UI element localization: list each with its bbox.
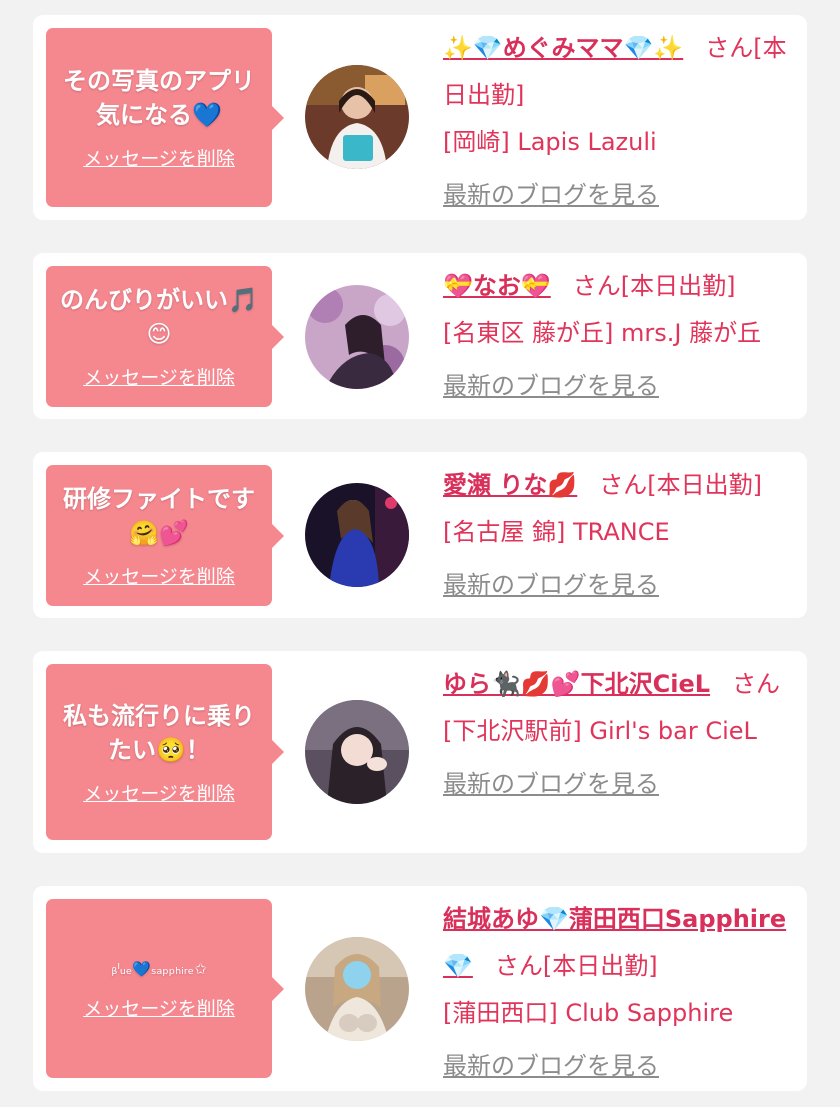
message-card: 研修ファイトです 🤗💕 メッセージを削除 愛瀬 りな💋 さん[本日出勤] [名古屋…: [33, 452, 807, 618]
message-card: のんびりがいい🎵 😊 メッセージを削除 💝なお💝 さん[本日出勤] [名東区 藤が…: [33, 253, 807, 419]
latest-blog-link[interactable]: 最新のブログを見る: [443, 172, 798, 219]
delete-message-link[interactable]: メッセージを削除: [83, 363, 235, 390]
comment-text: 私も流行りに乗り たい🥺！: [63, 701, 255, 764]
shop-text: [岡崎] Lapis Lazuli: [443, 128, 657, 156]
message-card: その写真のアプリ 気になる💙 メッセージを削除 ✨💎めぐみママ💎✨ さん[本日出勤…: [33, 15, 807, 220]
girl-info: 結城あゆ💎蒲田西口Sapphire💎 さん[本日出勤] [蒲田西口] Club S…: [443, 896, 798, 1090]
shop-text: [名東区 藤が丘] mrs.J 藤が丘: [443, 319, 762, 347]
status-text: さん[本日出勤]: [494, 952, 658, 980]
comment-text: その写真のアプリ 気になる💙: [63, 67, 255, 129]
status-text: さん[本日出勤]: [599, 471, 762, 499]
status-text: さん[本日出勤]: [572, 272, 736, 300]
shop-text: [蒲田西口] Club Sapphire: [443, 999, 734, 1027]
comment-text: 研修ファイトです 🤗💕: [63, 485, 255, 547]
girl-info: ✨💎めぐみママ💎✨ さん[本日出勤] [岡崎] Lapis Lazuli 最新のブ…: [443, 25, 798, 219]
shop-text: [下北沢駅前] Girl's bar CieL: [443, 717, 757, 745]
comment-bubble: のんびりがいい🎵 😊 メッセージを削除: [46, 266, 284, 407]
delete-message-link[interactable]: メッセージを削除: [83, 994, 235, 1021]
girl-name-link[interactable]: 愛瀬 りな💋: [443, 471, 577, 499]
latest-blog-link[interactable]: 最新のブログを見る: [443, 562, 798, 609]
message-card: ᵦˡᵤₑ💙ₛₐₚₚₕᵢᵣₑ✩ メッセージを削除 結城あゆ💎蒲田西口Sapphir…: [33, 886, 807, 1091]
comment-text: ᵦˡᵤₑ💙ₛₐₚₚₕᵢᵣₑ✩: [111, 960, 207, 978]
latest-blog-link[interactable]: 最新のブログを見る: [443, 761, 798, 808]
girl-name-link[interactable]: ゆら🐈‍⬛💋💕下北沢CieL: [443, 670, 710, 698]
delete-message-link[interactable]: メッセージを削除: [83, 562, 235, 589]
comment-bubble: ᵦˡᵤₑ💙ₛₐₚₚₕᵢᵣₑ✩ メッセージを削除: [46, 899, 284, 1078]
avatar[interactable]: [305, 65, 409, 169]
avatar[interactable]: [305, 285, 409, 389]
message-card: 私も流行りに乗り たい🥺！ メッセージを削除 ゆら🐈‍⬛💋💕下北沢CieL さん …: [33, 651, 807, 853]
latest-blog-link[interactable]: 最新のブログを見る: [443, 363, 798, 410]
girl-name-link[interactable]: ✨💎めぐみママ💎✨: [443, 34, 683, 62]
comment-bubble: その写真のアプリ 気になる💙 メッセージを削除: [46, 28, 284, 207]
girl-info: 愛瀬 りな💋 さん[本日出勤] [名古屋 錦] TRANCE 最新のブログを見る: [443, 462, 798, 609]
avatar[interactable]: [305, 700, 409, 804]
girl-info: ゆら🐈‍⬛💋💕下北沢CieL さん [下北沢駅前] Girl's bar CieL…: [443, 661, 798, 808]
girl-info: 💝なお💝 さん[本日出勤] [名東区 藤が丘] mrs.J 藤が丘 最新のブログを…: [443, 263, 798, 410]
comment-bubble: 私も流行りに乗り たい🥺！ メッセージを削除: [46, 664, 284, 840]
avatar[interactable]: [305, 483, 409, 587]
delete-message-link[interactable]: メッセージを削除: [83, 144, 235, 171]
delete-message-link[interactable]: メッセージを削除: [83, 779, 235, 806]
girl-name-link[interactable]: 💝なお💝: [443, 272, 551, 300]
comment-text: のんびりがいい🎵 😊: [60, 286, 258, 348]
status-text: さん: [732, 670, 781, 698]
latest-blog-link[interactable]: 最新のブログを見る: [443, 1043, 798, 1090]
shop-text: [名古屋 錦] TRANCE: [443, 518, 670, 546]
comment-bubble: 研修ファイトです 🤗💕 メッセージを削除: [46, 465, 284, 606]
avatar[interactable]: [305, 937, 409, 1041]
